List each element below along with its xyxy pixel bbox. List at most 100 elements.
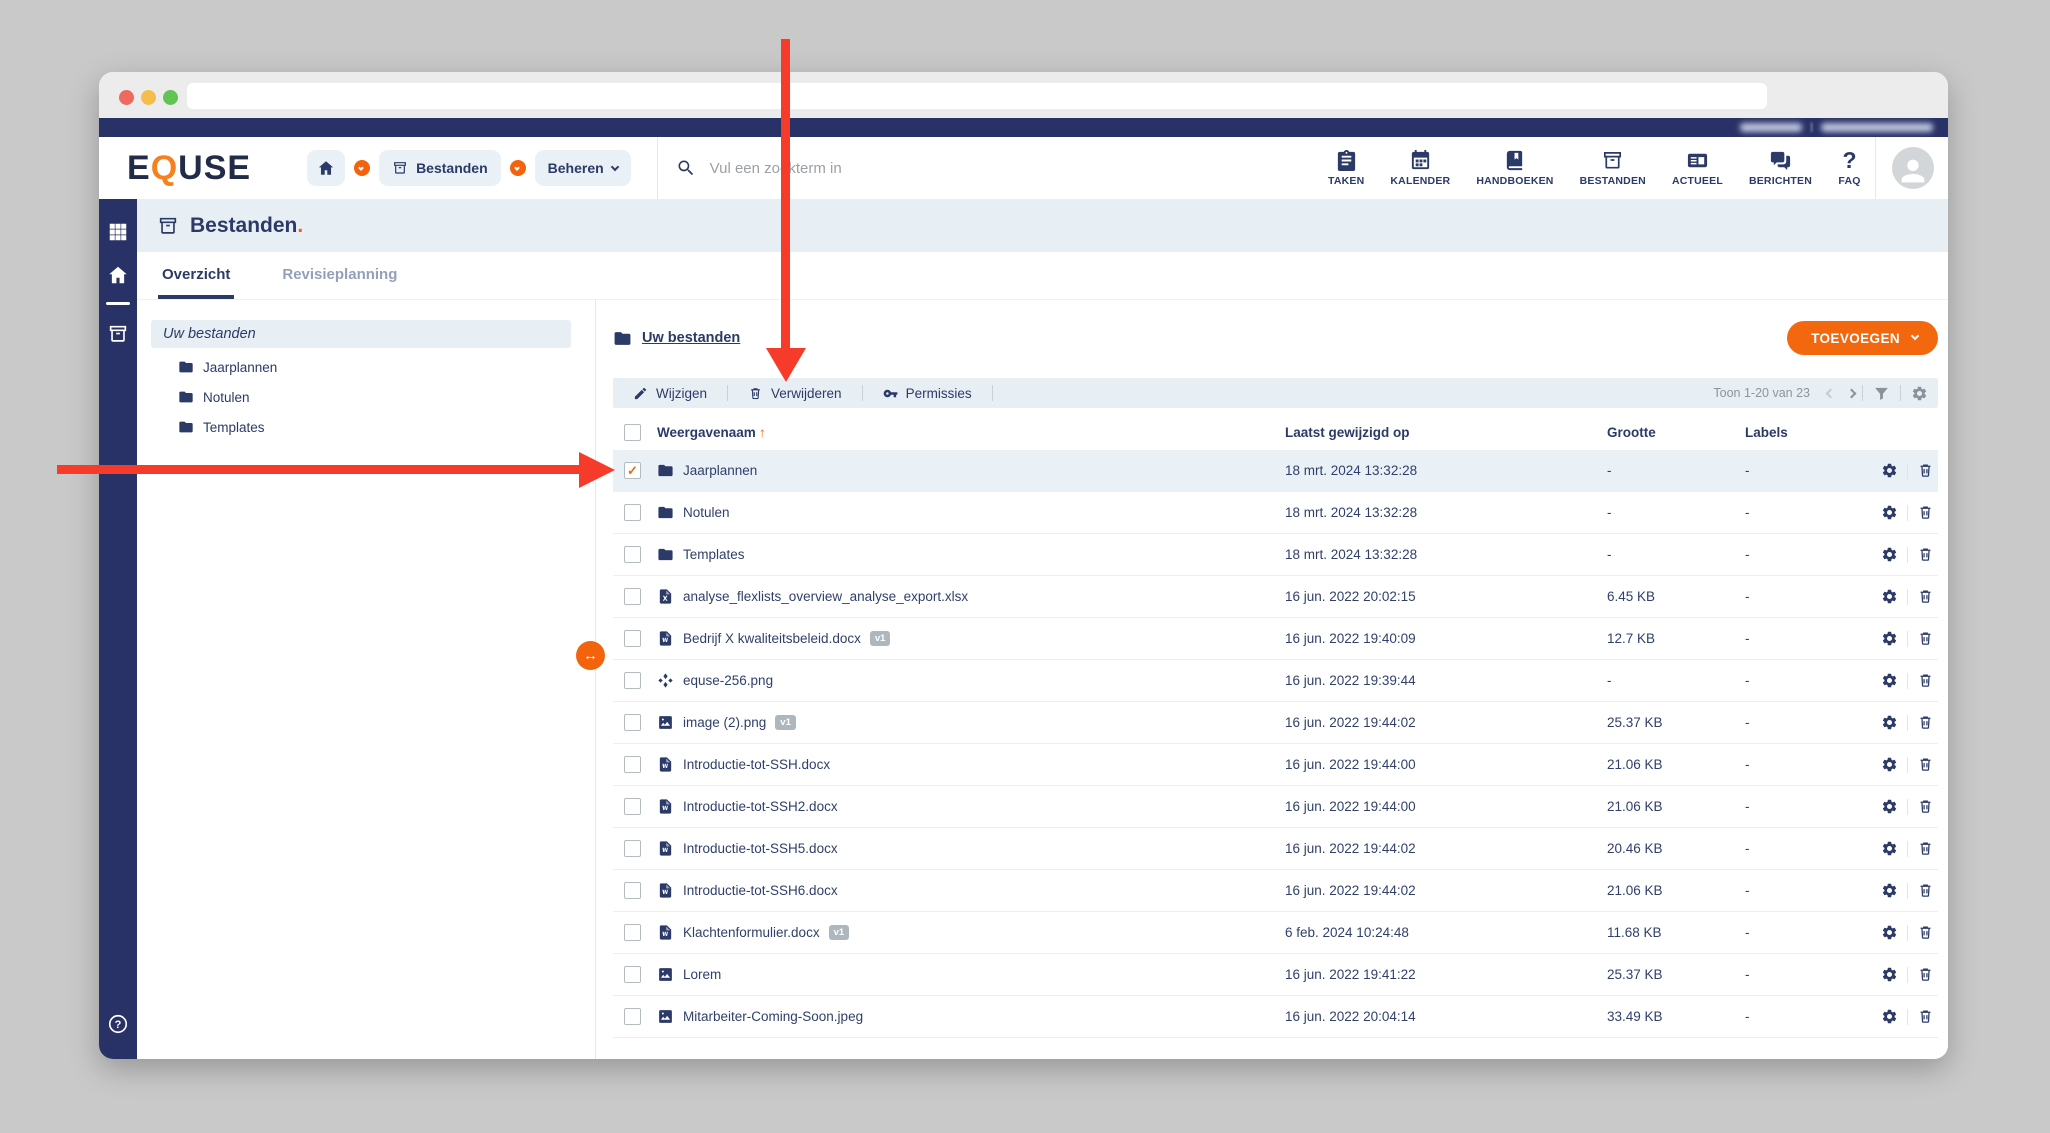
row-checkbox[interactable] (624, 672, 641, 689)
row-settings-gear-icon[interactable] (1881, 882, 1898, 899)
tree-root-uw-bestanden[interactable]: Uw bestanden (151, 320, 571, 348)
table-row[interactable]: Introductie-tot-SSH.docx 16 jun. 2022 19… (613, 744, 1938, 786)
row-delete-trash-icon[interactable] (1917, 504, 1934, 521)
table-settings-gear-icon[interactable] (1911, 385, 1928, 402)
toolbar-action-button[interactable]: Wijzigen (613, 386, 727, 401)
row-delete-trash-icon[interactable] (1917, 462, 1934, 479)
breadcrumb-bestanden[interactable]: Bestanden (379, 150, 501, 186)
table-row[interactable]: equse-256.png 16 jun. 2022 19:39:44 - - (613, 660, 1938, 702)
user-avatar[interactable] (1892, 147, 1934, 189)
table-row[interactable]: Introductie-tot-SSH2.docx 16 jun. 2022 1… (613, 786, 1938, 828)
navbar-item[interactable]: BESTANDEN (1580, 149, 1646, 187)
row-delete-trash-icon[interactable] (1917, 714, 1934, 731)
row-checkbox[interactable] (624, 798, 641, 815)
table-row[interactable]: Introductie-tot-SSH6.docx 16 jun. 2022 1… (613, 870, 1938, 912)
row-settings-gear-icon[interactable] (1881, 630, 1898, 647)
row-checkbox[interactable] (624, 840, 641, 857)
row-checkbox[interactable] (624, 1008, 641, 1025)
row-settings-gear-icon[interactable] (1881, 924, 1898, 941)
toevoegen-button[interactable]: TOEVOEGEN (1787, 321, 1938, 355)
row-delete-trash-icon[interactable] (1917, 588, 1934, 605)
panel-resize-handle[interactable]: ↔ (576, 641, 605, 670)
search-box[interactable]: Vul een zoekterm in (676, 158, 842, 178)
row-settings-gear-icon[interactable] (1881, 1008, 1898, 1025)
row-settings-gear-icon[interactable] (1881, 756, 1898, 773)
tree-folder-item[interactable]: Notulen (137, 382, 595, 412)
table-row[interactable]: Notulen 18 mrt. 2024 13:32:28 - - (613, 492, 1938, 534)
row-delete-trash-icon[interactable] (1917, 672, 1934, 689)
breadcrumb-beheren-dropdown[interactable]: Beheren (534, 150, 631, 186)
help-icon[interactable]: ? (107, 1013, 129, 1035)
row-checkbox[interactable] (624, 756, 641, 773)
row-checkbox[interactable] (624, 966, 641, 983)
row-checkbox[interactable] (624, 546, 641, 563)
filter-icon[interactable] (1873, 385, 1890, 402)
file-labels: - (1745, 631, 1750, 646)
row-delete-trash-icon[interactable] (1917, 966, 1934, 983)
tab[interactable]: Revisieplanning (278, 266, 401, 299)
row-delete-trash-icon[interactable] (1917, 840, 1934, 857)
tab[interactable]: Overzicht (158, 266, 235, 299)
row-checkbox[interactable] (624, 504, 641, 521)
column-header-grootte[interactable]: Grootte (1607, 425, 1745, 440)
table-row[interactable]: image (2).png v1 16 jun. 2022 19:44:02 2… (613, 702, 1938, 744)
row-checkbox[interactable] (624, 462, 641, 479)
row-delete-trash-icon[interactable] (1917, 756, 1934, 773)
toolbar-action-button[interactable]: Permissies (863, 386, 992, 401)
row-delete-trash-icon[interactable] (1917, 882, 1934, 899)
address-bar[interactable] (187, 83, 1767, 109)
table-row[interactable]: Klachtenformulier.docx v1 6 feb. 2024 10… (613, 912, 1938, 954)
toolbar-action-button[interactable]: Verwijderen (728, 386, 862, 401)
column-header-labels[interactable]: Labels (1745, 425, 1854, 440)
row-settings-gear-icon[interactable] (1881, 672, 1898, 689)
row-settings-gear-icon[interactable] (1881, 798, 1898, 815)
row-settings-gear-icon[interactable] (1881, 504, 1898, 521)
file-labels: - (1745, 757, 1750, 772)
minimize-window-button[interactable] (141, 90, 156, 105)
table-row[interactable]: Templates 18 mrt. 2024 13:32:28 - - (613, 534, 1938, 576)
select-all-checkbox[interactable] (624, 424, 641, 441)
row-checkbox[interactable] (624, 924, 641, 941)
current-folder-link[interactable]: Uw bestanden (613, 329, 740, 348)
row-settings-gear-icon[interactable] (1881, 714, 1898, 731)
pagination-prev-icon[interactable] (1825, 388, 1836, 398)
equse-logo[interactable]: EQUSE (127, 149, 251, 188)
row-delete-trash-icon[interactable] (1917, 546, 1934, 563)
row-delete-trash-icon[interactable] (1917, 1008, 1934, 1025)
apps-grid-icon[interactable] (107, 221, 129, 243)
row-delete-trash-icon[interactable] (1917, 798, 1934, 815)
row-settings-gear-icon[interactable] (1881, 588, 1898, 605)
maximize-window-button[interactable] (163, 90, 178, 105)
tree-folder-item[interactable]: Jaarplannen (137, 352, 595, 382)
row-checkbox[interactable] (624, 630, 641, 647)
row-settings-gear-icon[interactable] (1881, 546, 1898, 563)
sidebar-home-icon[interactable] (107, 264, 129, 286)
row-delete-trash-icon[interactable] (1917, 630, 1934, 647)
table-row[interactable]: Introductie-tot-SSH5.docx 16 jun. 2022 1… (613, 828, 1938, 870)
row-settings-gear-icon[interactable] (1881, 462, 1898, 479)
sidebar-bestanden-icon[interactable] (107, 323, 129, 345)
table-row[interactable]: Mitarbeiter-Coming-Soon.jpeg 16 jun. 202… (613, 996, 1938, 1038)
navbar-item[interactable]: HANDBOEKEN (1476, 149, 1553, 187)
row-checkbox[interactable] (624, 882, 641, 899)
row-settings-gear-icon[interactable] (1881, 840, 1898, 857)
column-header-laatst-gewijzigd[interactable]: Laatst gewijzigd op (1285, 425, 1607, 440)
pagination-next-icon[interactable] (1846, 388, 1857, 398)
row-delete-trash-icon[interactable] (1917, 924, 1934, 941)
row-settings-gear-icon[interactable] (1881, 966, 1898, 983)
navbar-item[interactable]: ACTUEEL (1672, 149, 1723, 187)
close-window-button[interactable] (119, 90, 134, 105)
row-checkbox[interactable] (624, 714, 641, 731)
row-checkbox[interactable] (624, 588, 641, 605)
breadcrumb-home[interactable] (307, 150, 346, 186)
navbar-item[interactable]: TAKEN (1328, 149, 1364, 187)
tree-folder-item[interactable]: Templates (137, 412, 595, 442)
navbar-item[interactable]: ? FAQ (1838, 149, 1861, 187)
table-row[interactable]: Jaarplannen 18 mrt. 2024 13:32:28 - - (613, 450, 1938, 492)
navbar-item[interactable]: KALENDER (1390, 149, 1450, 187)
navbar-item[interactable]: BERICHTEN (1749, 149, 1812, 187)
table-row[interactable]: Lorem 16 jun. 2022 19:41:22 25.37 KB - (613, 954, 1938, 996)
table-row[interactable]: Bedrijf X kwaliteitsbeleid.docx v1 16 ju… (613, 618, 1938, 660)
table-row[interactable]: analyse_flexlists_overview_analyse_expor… (613, 576, 1938, 618)
column-header-weergavenaam[interactable]: Weergavenaam ↑ (657, 425, 1285, 440)
